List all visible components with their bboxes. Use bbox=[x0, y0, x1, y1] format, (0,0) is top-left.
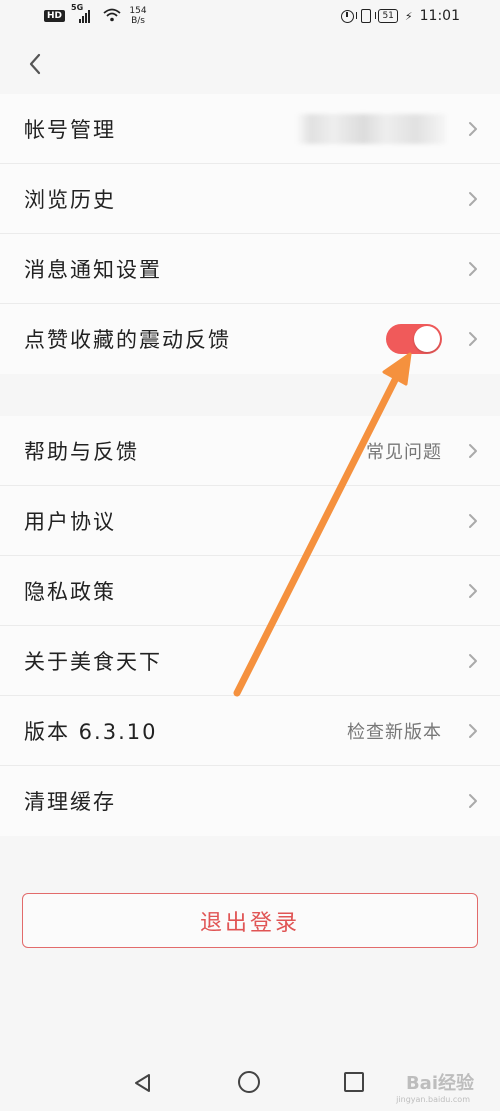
charging-icon: ⚡ bbox=[404, 9, 413, 23]
row-label: 隐私政策 bbox=[24, 579, 116, 604]
row-label: 清理缓存 bbox=[24, 790, 116, 814]
chevron-right-icon bbox=[469, 121, 477, 136]
chevron-left-icon bbox=[29, 53, 41, 75]
row-like-vibration-feedback: 点赞收藏的震动反馈 bbox=[0, 304, 500, 374]
row-label: 关于美食天下 bbox=[24, 649, 162, 674]
row-browse-history[interactable]: 浏览历史 bbox=[0, 164, 500, 234]
row-value: 常见问题 bbox=[366, 441, 442, 463]
hd-badge: HD bbox=[44, 10, 66, 22]
alarm-icon bbox=[341, 9, 355, 23]
row-privacy-policy[interactable]: 隐私政策 bbox=[0, 556, 500, 626]
watermark-sub: jingyan.baidu.com bbox=[396, 1095, 470, 1104]
row-value: 检查新版本 bbox=[347, 721, 442, 743]
chevron-right-icon bbox=[469, 191, 477, 206]
vibrate-icon bbox=[356, 9, 377, 23]
row-label: 用户协议 bbox=[24, 509, 116, 534]
chevron-right-icon bbox=[469, 794, 477, 808]
wifi-icon bbox=[103, 8, 121, 25]
row-label: 浏览历史 bbox=[24, 187, 116, 212]
chevron-right-icon bbox=[469, 513, 477, 528]
triangle-back-icon[interactable] bbox=[132, 1072, 154, 1094]
chevron-right-icon bbox=[469, 723, 477, 738]
status-time: 11:01 bbox=[419, 8, 460, 24]
toggle-knob bbox=[414, 326, 440, 352]
row-account-management[interactable]: 帐号管理 bbox=[0, 94, 500, 164]
net-speed: 154 B/s bbox=[127, 6, 149, 26]
chevron-right-icon bbox=[469, 332, 477, 346]
row-notification-settings[interactable]: 消息通知设置 bbox=[0, 234, 500, 304]
row-label: 版本 6.3.10 bbox=[24, 719, 158, 744]
settings-group-account: 帐号管理 浏览历史 消息通知设置 点赞收藏的震动反馈 bbox=[0, 94, 500, 374]
chevron-right-icon bbox=[469, 653, 477, 668]
row-label: 点赞收藏的震动反馈 bbox=[24, 328, 231, 352]
row-label: 帐号管理 bbox=[24, 117, 116, 142]
chevron-right-icon bbox=[469, 443, 477, 458]
row-label: 帮助与反馈 bbox=[24, 439, 139, 464]
cell-signal-icon: 5G bbox=[71, 3, 97, 23]
watermark: Bai经验 bbox=[405, 1073, 474, 1094]
chevron-right-icon bbox=[469, 583, 477, 598]
system-nav-bar: Bai经验 jingyan.baidu.com bbox=[0, 1055, 500, 1111]
square-recent-icon[interactable] bbox=[344, 1072, 364, 1092]
chevron-right-icon bbox=[469, 261, 477, 276]
row-version[interactable]: 版本 6.3.10 检查新版本 bbox=[0, 696, 500, 766]
net-speed-value: 154 bbox=[129, 6, 147, 16]
status-left: HD 5G 154 B/s bbox=[44, 3, 149, 26]
circle-home-icon[interactable] bbox=[238, 1071, 260, 1093]
row-clear-cache[interactable]: 清理缓存 bbox=[0, 766, 500, 836]
row-help-feedback[interactable]: 帮助与反馈 常见问题 bbox=[0, 416, 500, 486]
logout-button[interactable]: 退出登录 bbox=[22, 893, 478, 948]
row-user-agreement[interactable]: 用户协议 bbox=[0, 486, 500, 556]
status-right: 51 ⚡ 11:01 bbox=[341, 8, 460, 24]
back-button[interactable] bbox=[22, 50, 50, 78]
settings-group-general: 帮助与反馈 常见问题 用户协议 隐私政策 关于美食天下 版本 6.3.10 检查… bbox=[0, 416, 500, 836]
net-speed-unit: B/s bbox=[131, 16, 145, 26]
row-label: 消息通知设置 bbox=[24, 257, 162, 282]
vibration-toggle[interactable] bbox=[386, 324, 442, 354]
battery-icon: 51 bbox=[378, 9, 398, 23]
status-bar: HD 5G 154 B/s 51 ⚡ 11:01 bbox=[0, 0, 500, 36]
blurred-account-value bbox=[296, 113, 446, 144]
row-about[interactable]: 关于美食天下 bbox=[0, 626, 500, 696]
